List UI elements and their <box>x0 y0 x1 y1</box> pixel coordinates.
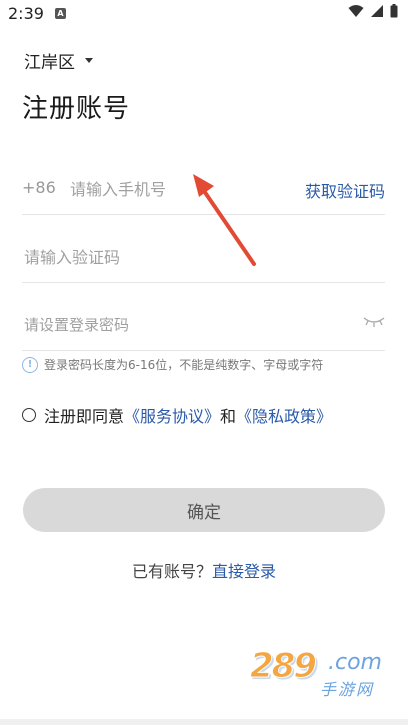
caret-down-icon <box>85 58 93 63</box>
direct-login-link[interactable]: 直接登录 <box>212 562 276 581</box>
wifi-icon <box>348 5 364 17</box>
navigation-bar <box>0 719 408 725</box>
page-title: 注册账号 <box>22 94 131 124</box>
status-icons <box>348 4 398 18</box>
battery-icon <box>390 4 398 18</box>
agreement-row: 注册即同意 《服务协议》 和 《隐私政策》 <box>22 403 332 427</box>
status-time: 2:39 <box>8 4 44 23</box>
get-code-button[interactable]: 获取验证码 <box>305 178 385 202</box>
phone-row: +86 获取验证码 <box>22 164 385 215</box>
info-icon: ! <box>22 356 38 373</box>
code-input[interactable] <box>22 238 346 276</box>
password-hint-text: 登录密码长度为6-16位，不能是纯数字、字母或字符 <box>44 358 324 372</box>
region-label: 江岸区 <box>24 53 75 73</box>
login-prompt: 已有账号？ <box>131 562 212 581</box>
site-watermark-logo: 289 .com 手游网 <box>250 646 390 700</box>
phone-input[interactable] <box>68 170 272 208</box>
service-agreement-link[interactable]: 《服务协议》 <box>124 403 220 427</box>
eye-closed-icon[interactable] <box>363 316 385 328</box>
password-hint: ! 登录密码长度为6-16位，不能是纯数字、字母或字符 <box>22 356 323 373</box>
watermark-domain: .com <box>328 650 382 675</box>
code-row <box>22 232 385 283</box>
confirm-button[interactable]: 确定 <box>23 488 385 532</box>
login-row: 已有账号？直接登录 <box>0 558 408 582</box>
country-code[interactable]: +86 <box>22 178 56 197</box>
watermark-sub: 手游网 <box>320 680 375 699</box>
watermark-number: 289 <box>250 646 318 687</box>
agreement-prefix: 注册即同意 <box>44 407 125 426</box>
agreement-conjunction: 和 <box>220 407 237 426</box>
agree-radio[interactable] <box>22 408 36 422</box>
password-row <box>22 300 385 351</box>
status-bar: 2:39 A <box>0 0 408 28</box>
privacy-policy-link[interactable]: 《隐私政策》 <box>236 403 332 427</box>
signal-icon <box>371 5 383 17</box>
notification-a-icon: A <box>55 8 66 19</box>
password-input[interactable] <box>22 306 346 344</box>
region-selector[interactable]: 江岸区 <box>24 48 93 73</box>
